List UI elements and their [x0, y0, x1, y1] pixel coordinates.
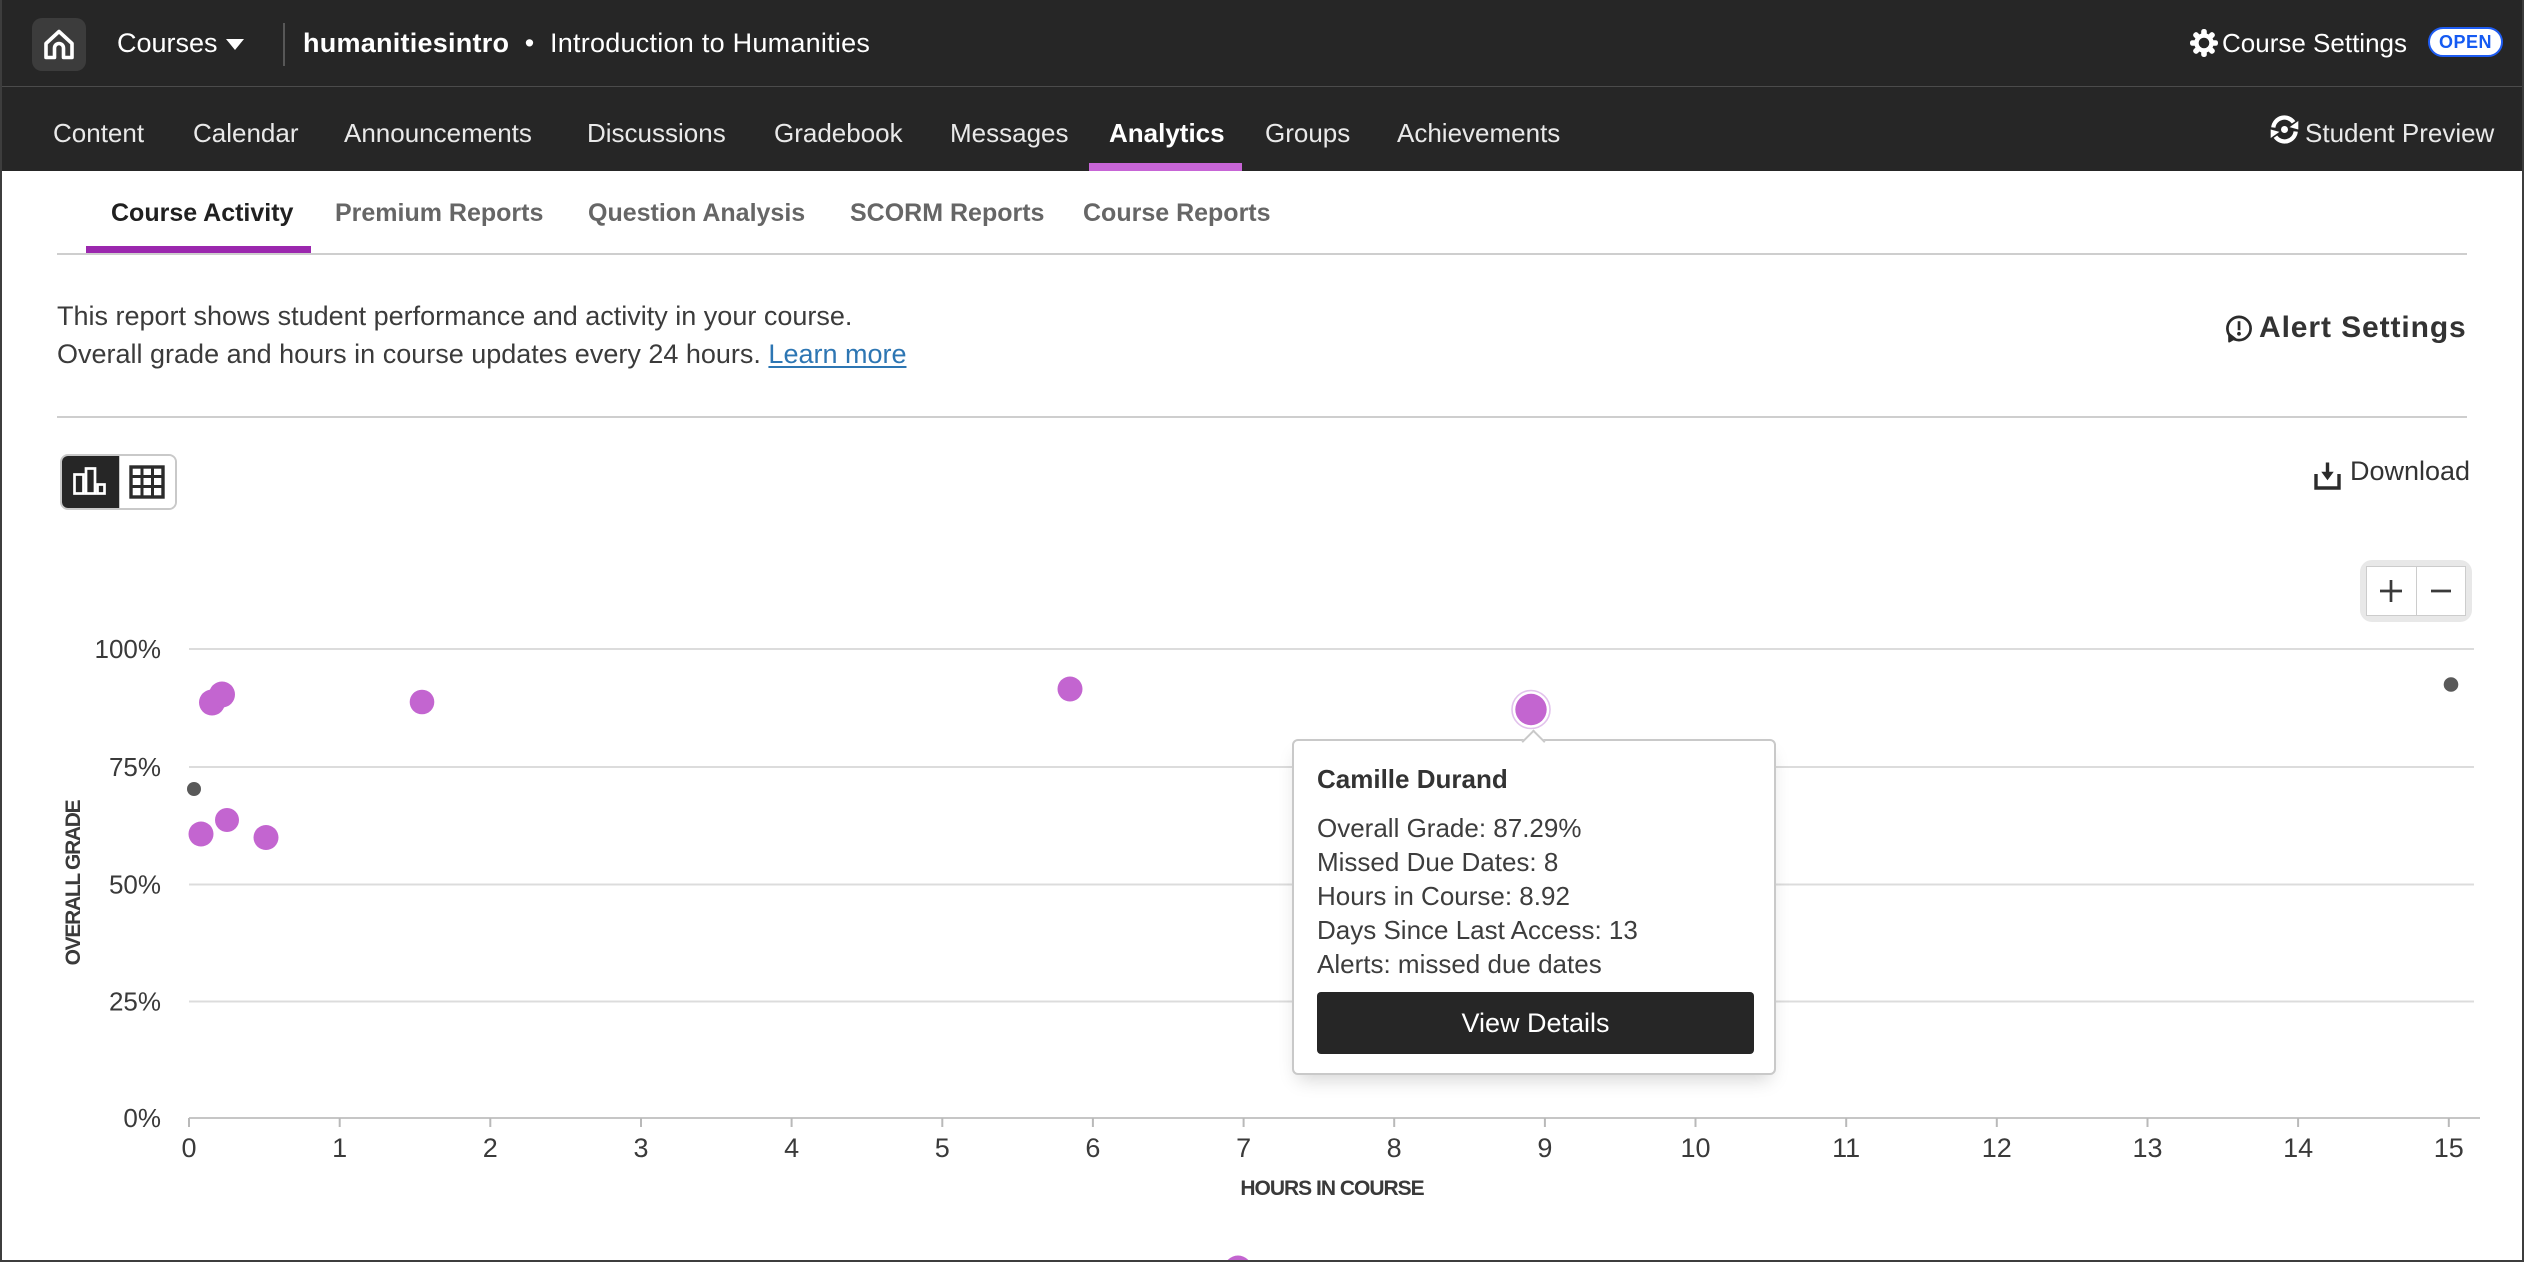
- svg-text:HOURS IN COURSE: HOURS IN COURSE: [1240, 1177, 1424, 1200]
- svg-text:3: 3: [633, 1133, 648, 1163]
- svg-text:10: 10: [1680, 1133, 1710, 1163]
- svg-text:9: 9: [1537, 1133, 1552, 1163]
- svg-text:12: 12: [1982, 1133, 2012, 1163]
- svg-text:0: 0: [181, 1133, 196, 1163]
- svg-text:OVERALL GRADE: OVERALL GRADE: [62, 799, 85, 965]
- svg-text:25%: 25%: [109, 987, 161, 1017]
- svg-text:50%: 50%: [109, 870, 161, 900]
- svg-text:11: 11: [1832, 1133, 1860, 1163]
- svg-text:6: 6: [1085, 1133, 1100, 1163]
- svg-text:100%: 100%: [95, 634, 162, 664]
- svg-text:75%: 75%: [109, 752, 161, 782]
- svg-text:13: 13: [2132, 1133, 2162, 1163]
- svg-text:14: 14: [2283, 1133, 2313, 1163]
- svg-text:15: 15: [2434, 1133, 2464, 1163]
- svg-text:1: 1: [332, 1133, 347, 1163]
- svg-text:7: 7: [1236, 1133, 1251, 1163]
- svg-text:8: 8: [1387, 1133, 1402, 1163]
- svg-text:4: 4: [784, 1133, 799, 1163]
- svg-text:5: 5: [935, 1133, 950, 1163]
- svg-text:2: 2: [483, 1133, 498, 1163]
- svg-text:0%: 0%: [123, 1103, 161, 1133]
